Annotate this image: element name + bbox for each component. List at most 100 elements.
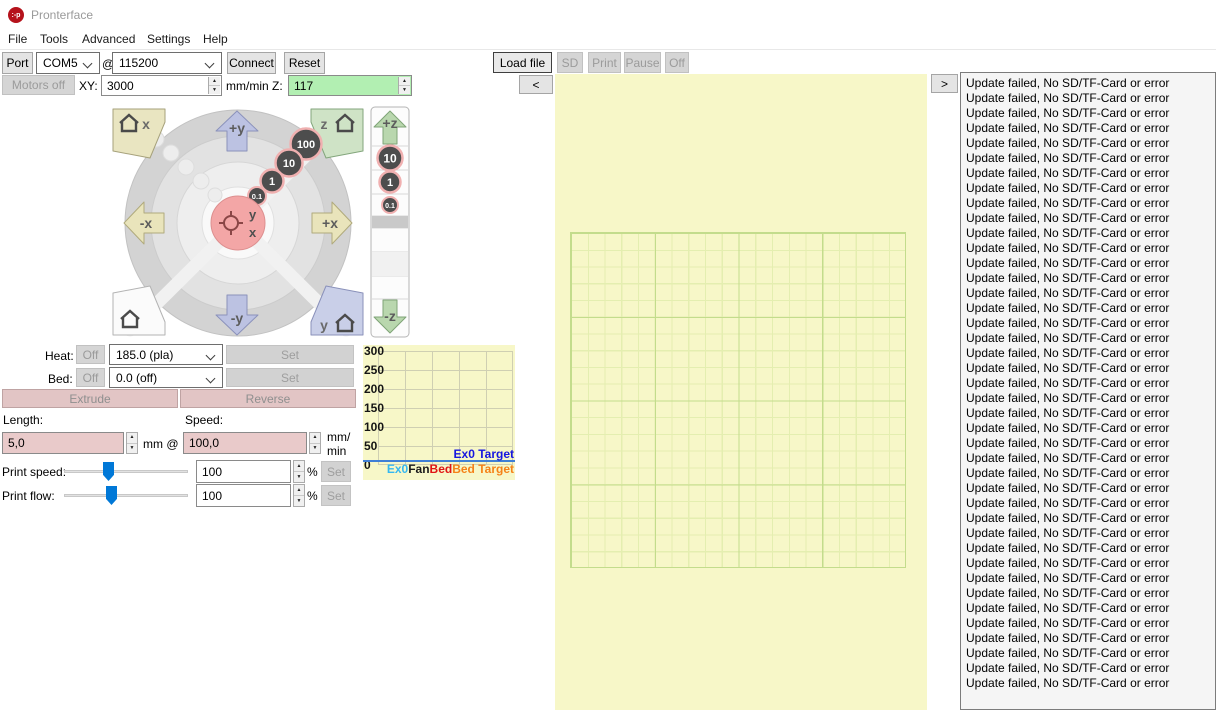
xy-feed-input[interactable]: 3000 ▲ ▼	[101, 75, 222, 96]
collapse-right-button[interactable]: >	[931, 74, 958, 93]
motors-off-button[interactable]: Motors off	[2, 75, 75, 95]
bed-viewer-canvas[interactable]	[555, 74, 927, 710]
print-speed-input[interactable]: 100	[196, 460, 291, 483]
menu-help[interactable]: Help	[203, 32, 228, 46]
length-label: Length:	[3, 413, 44, 427]
print-speed-slider-thumb[interactable]	[103, 462, 114, 481]
app-icon: :-p	[8, 7, 24, 23]
off-button[interactable]: Off	[665, 52, 689, 73]
heat-set-button[interactable]: Set	[226, 345, 354, 364]
speed-label: Speed:	[185, 413, 224, 427]
z-stripe[interactable]	[372, 252, 408, 276]
extrude-speed-input[interactable]: 100,0	[183, 432, 307, 454]
z-distance-10[interactable]: 10	[376, 144, 404, 172]
print-speed-label: Print speed:	[2, 465, 67, 479]
spin-down-icon[interactable]: ▼	[399, 86, 410, 94]
log-list: Update failed, No SD/TF-Card or error Upd…	[966, 76, 1215, 691]
spin-up-icon[interactable]: ▲	[310, 433, 320, 444]
legend-fan: Fan	[408, 462, 430, 476]
center-y-label: y	[249, 207, 257, 222]
sd-button[interactable]: SD	[557, 52, 583, 73]
minus-z-label: -z	[384, 308, 396, 324]
extrude-length-input[interactable]: 5,0	[2, 432, 124, 454]
plus-z-label: +z	[382, 115, 397, 131]
log-line: Update failed, No SD/TF-Card or error	[966, 376, 1170, 390]
spin-up-icon[interactable]: ▲	[209, 77, 220, 86]
print-button[interactable]: Print	[588, 52, 621, 73]
log-line: Update failed, No SD/TF-Card or error	[966, 361, 1170, 375]
menu-settings[interactable]: Settings	[147, 32, 190, 46]
connect-button[interactable]: Connect	[227, 52, 276, 74]
print-flow-slider-thumb[interactable]	[106, 486, 117, 505]
log-line: Update failed, No SD/TF-Card or error	[966, 496, 1170, 510]
z-distance-1[interactable]: 1	[378, 170, 402, 194]
extrude-speed-spinner[interactable]: ▲ ▼	[309, 432, 321, 454]
reverse-button[interactable]: Reverse	[180, 389, 356, 408]
menu-file[interactable]: File	[8, 32, 27, 46]
menu-tools[interactable]: Tools	[40, 32, 68, 46]
log-line: Update failed, No SD/TF-Card or error	[966, 121, 1170, 135]
log-line: Update failed, No SD/TF-Card or error	[966, 136, 1170, 150]
heat-off-button[interactable]: Off	[76, 345, 105, 364]
spin-up-icon[interactable]: ▲	[294, 461, 304, 472]
chevron-down-icon	[82, 58, 93, 69]
z-feed-value: 117	[294, 78, 314, 93]
heat-label: Heat:	[45, 349, 74, 363]
chevron-down-icon	[205, 350, 216, 361]
z-feed-input[interactable]: 117 ▲ ▼	[288, 75, 412, 96]
log-line: Update failed, No SD/TF-Card or error	[966, 631, 1170, 645]
log-line: Update failed, No SD/TF-Card or error	[966, 466, 1170, 480]
spin-down-icon[interactable]: ▼	[127, 444, 137, 454]
spin-down-icon[interactable]: ▼	[294, 496, 304, 506]
print-flow-slider-track[interactable]	[64, 494, 188, 497]
chevron-down-icon	[204, 58, 215, 69]
menu-bar: File Tools Advanced Settings Help	[0, 28, 1216, 50]
baud-select[interactable]: 115200	[112, 52, 222, 74]
spin-down-icon[interactable]: ▼	[294, 472, 304, 482]
print-speed-spinner[interactable]: ▲ ▼	[293, 460, 305, 483]
load-file-button[interactable]: Load file	[493, 52, 552, 73]
z-feed-spinner[interactable]: ▲ ▼	[398, 77, 410, 94]
print-flow-spinner[interactable]: ▲ ▼	[293, 484, 305, 507]
chevron-down-icon	[205, 373, 216, 384]
extrude-length-spinner[interactable]: ▲ ▼	[126, 432, 138, 454]
heat-temp-select[interactable]: 185.0 (pla)	[109, 344, 223, 365]
jog-center-button[interactable]: y x	[210, 195, 266, 251]
print-speed-set-button[interactable]: Set	[321, 461, 351, 482]
z-selected-band[interactable]	[372, 216, 408, 228]
log-line: Update failed, No SD/TF-Card or error	[966, 346, 1170, 360]
log-panel[interactable]: Update failed, No SD/TF-Card or error Upd…	[960, 72, 1216, 710]
log-line: Update failed, No SD/TF-Card or error	[966, 391, 1170, 405]
port-select[interactable]: COM5	[36, 52, 100, 74]
spin-up-icon[interactable]: ▲	[127, 433, 137, 444]
spin-up-icon[interactable]: ▲	[399, 77, 410, 86]
menu-advanced[interactable]: Advanced	[82, 32, 135, 46]
temp-tick-150: 150	[364, 401, 385, 415]
print-flow-input[interactable]: 100	[196, 484, 291, 507]
log-line: Update failed, No SD/TF-Card or error	[966, 286, 1170, 300]
bed-off-button[interactable]: Off	[76, 368, 105, 387]
collapse-left-button[interactable]: <	[519, 75, 553, 94]
pause-button[interactable]: Pause	[624, 52, 661, 73]
log-line: Update failed, No SD/TF-Card or error	[966, 616, 1170, 630]
spin-down-icon[interactable]: ▼	[310, 444, 320, 454]
z-distance-01[interactable]: 0.1	[381, 196, 399, 214]
home-y-label: y	[320, 317, 328, 333]
log-line: Update failed, No SD/TF-Card or error	[966, 91, 1170, 105]
bed-set-button[interactable]: Set	[226, 368, 354, 387]
xy-feed-spinner[interactable]: ▲ ▼	[208, 77, 220, 94]
spin-down-icon[interactable]: ▼	[209, 86, 220, 94]
z-distance-01-label: 0.1	[385, 203, 395, 210]
log-line: Update failed, No SD/TF-Card or error	[966, 676, 1170, 690]
bed-label: Bed:	[48, 372, 73, 386]
print-speed-slider-track[interactable]	[64, 470, 188, 473]
home-z-label: z	[321, 116, 328, 132]
port-button[interactable]: Port	[2, 52, 33, 74]
reset-button[interactable]: Reset	[284, 52, 325, 74]
bed-temp-select[interactable]: 0.0 (off)	[109, 367, 223, 388]
log-line: Update failed, No SD/TF-Card or error	[966, 511, 1170, 525]
spin-up-icon[interactable]: ▲	[294, 485, 304, 496]
print-flow-set-button[interactable]: Set	[321, 485, 351, 506]
temp-graph: 300 250 200 150 100 50 0 Ex0 Target Ex0FanBedB…	[363, 345, 515, 480]
extrude-button[interactable]: Extrude	[2, 389, 178, 408]
